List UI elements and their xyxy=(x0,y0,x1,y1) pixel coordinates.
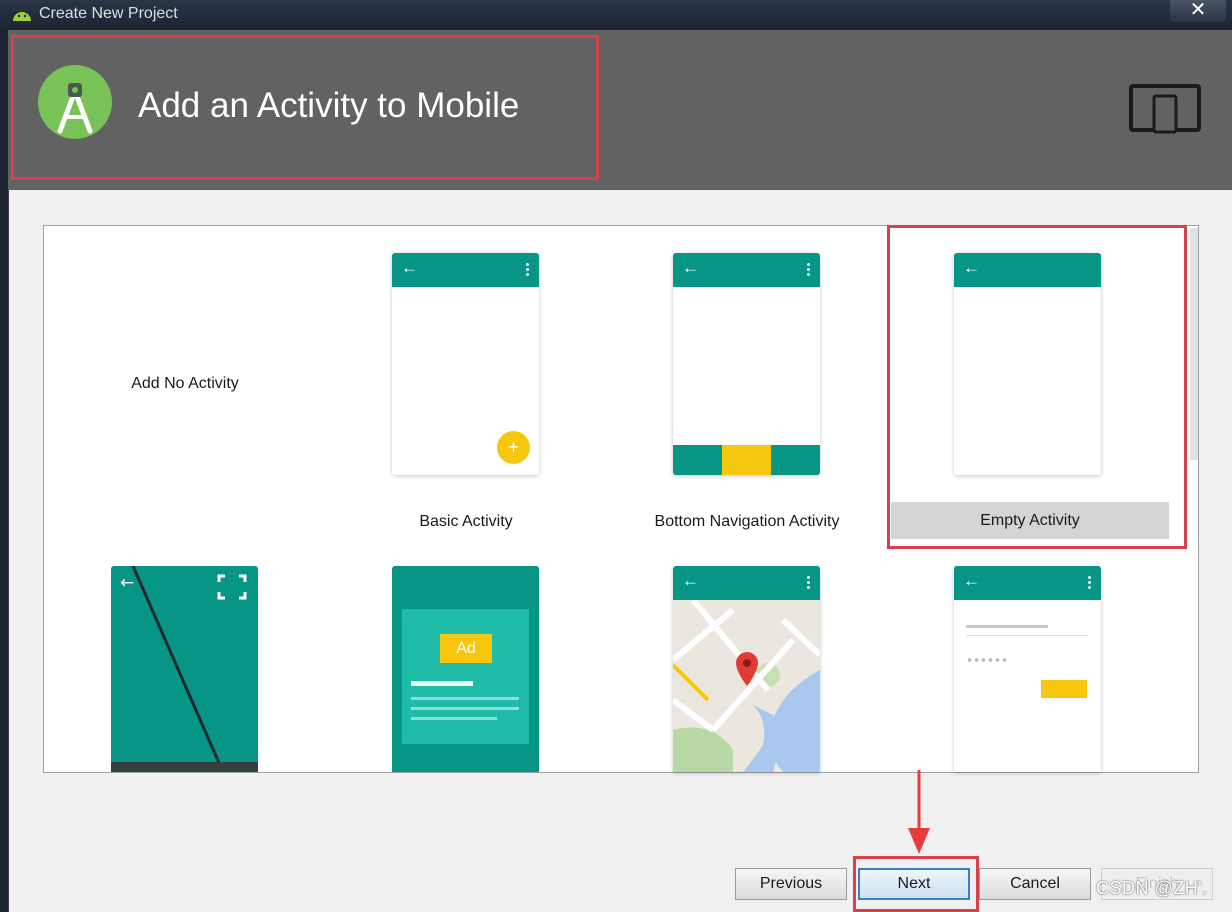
overflow-menu-icon xyxy=(1088,575,1091,589)
overflow-menu-icon xyxy=(526,262,529,276)
sign-in-button-preview xyxy=(1041,680,1087,698)
cancel-button[interactable]: Cancel xyxy=(979,868,1091,900)
phone-tablet-icon xyxy=(1129,84,1201,134)
previous-button[interactable]: Previous xyxy=(735,868,847,900)
watermark: CSDN @ZH'. xyxy=(1096,878,1208,898)
close-button[interactable]: ✕ xyxy=(1170,0,1226,22)
email-line xyxy=(966,625,1048,628)
password-dots xyxy=(966,658,1010,662)
annotation-arrow xyxy=(908,770,930,854)
bottom-nav-bar xyxy=(673,445,820,475)
fab-icon: + xyxy=(497,431,530,464)
tile-fullscreen-activity[interactable]: ← xyxy=(111,566,258,772)
next-button-highlight-box xyxy=(853,856,979,912)
header-highlight-box xyxy=(11,35,599,180)
tile-basic-activity-label[interactable]: Basic Activity xyxy=(346,513,586,531)
ad-badge: Ad xyxy=(440,634,492,663)
back-arrow-icon: ← xyxy=(401,258,418,277)
selected-tile-highlight-box xyxy=(887,225,1187,549)
back-arrow-icon: ← xyxy=(963,571,980,590)
tile-bottom-navigation-activity[interactable]: ← xyxy=(673,253,820,475)
back-arrow-icon: ← xyxy=(682,571,699,590)
gallery-scrollbar[interactable] xyxy=(1190,228,1198,460)
window-title-bar: Create New Project ✕ xyxy=(0,0,1232,30)
android-icon xyxy=(13,12,31,21)
email-underline xyxy=(966,635,1088,636)
ad-card: Ad xyxy=(402,609,529,744)
tile-add-no-activity-label[interactable]: Add No Activity xyxy=(65,375,305,393)
map-pin-icon xyxy=(736,652,758,686)
tile-basic-activity[interactable]: ← + xyxy=(392,253,539,475)
back-arrow-icon: ← xyxy=(682,258,699,277)
window-title: Create New Project xyxy=(39,5,178,22)
overflow-menu-icon xyxy=(807,262,810,276)
tile-admob-activity[interactable]: Ad xyxy=(392,566,539,772)
overflow-menu-icon xyxy=(807,575,810,589)
tile-maps-activity[interactable]: ← xyxy=(673,566,820,772)
tile-login-activity[interactable]: ← xyxy=(954,566,1101,772)
svg-text:←: ← xyxy=(120,573,134,593)
fullscreen-preview: ← xyxy=(111,566,258,772)
tile-bottom-navigation-activity-label[interactable]: Bottom Navigation Activity xyxy=(627,513,867,531)
